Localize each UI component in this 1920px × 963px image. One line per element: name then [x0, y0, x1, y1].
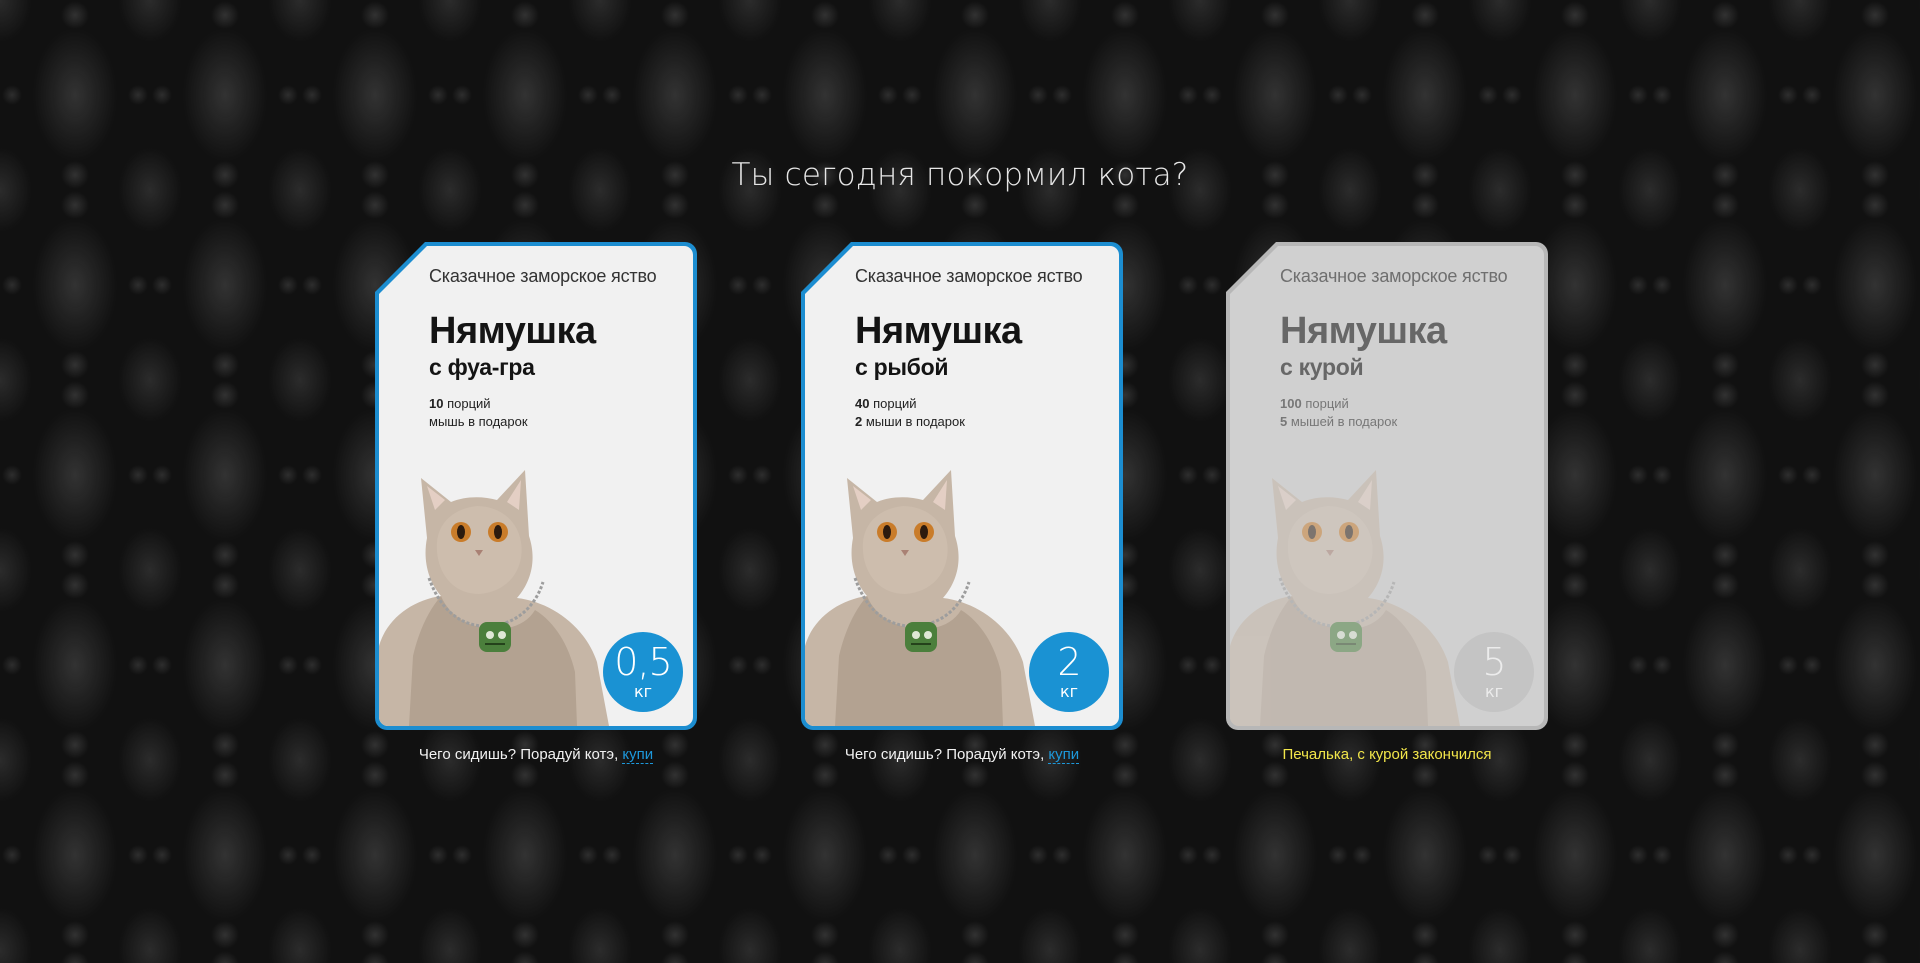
weight-value: 5 [1482, 640, 1506, 684]
portions-line: 40 порций [855, 395, 1105, 413]
card-frame: Сказачное заморское яство Нямушка с рыбо… [801, 242, 1123, 730]
card-frame: Сказачное заморское яство Нямушка с куро… [1226, 242, 1548, 730]
product-caption: Печалька, с курой закончился [1226, 746, 1548, 763]
caption-text: Печалька, с курой закончился [1282, 746, 1492, 763]
product-tagline: Сказачное заморское яство [855, 266, 1083, 286]
portions-label: порций [873, 396, 917, 411]
weight-badge: 0,5 кг [603, 632, 683, 712]
product-chicken: Сказачное заморское яство Нямушка с куро… [1226, 242, 1548, 763]
weight-badge: 2 кг [1029, 632, 1109, 712]
page-title: Ты сегодня покормил кота? [731, 157, 1189, 193]
product-fish: Сказачное заморское яство Нямушка с рыбо… [801, 242, 1123, 764]
product-tagline: Сказачное заморское яство [429, 266, 657, 286]
product-details: 10 порций мышь в подарок [429, 395, 679, 431]
cat-icon [805, 470, 1035, 726]
portions-line: 10 порций [429, 395, 679, 413]
gift-count: 2 [855, 414, 863, 429]
gift-count: 5 [1280, 414, 1288, 429]
caption-text: Чего сидишь? Порадуй котэ, [844, 746, 1045, 763]
product-card[interactable]: Сказачное заморское яство Нямушка с фуа-… [375, 242, 697, 730]
gift-line: мышь в подарок [429, 413, 679, 431]
gift-line: 2 мыши в подарок [855, 413, 1105, 431]
product-brand: Нямушка [429, 310, 596, 352]
gift-label: мышь в подарок [429, 414, 528, 429]
card-frame: Сказачное заморское яство Нямушка с фуа-… [375, 242, 697, 730]
product-foie-gras: Сказачное заморское яство Нямушка с фуа-… [375, 242, 697, 764]
weight-unit: кг [1059, 682, 1079, 701]
product-card: Сказачное заморское яство Нямушка с куро… [1226, 242, 1548, 730]
product-brand: Нямушка [855, 310, 1022, 352]
gift-line: 5 мышей в подарок [1280, 413, 1530, 431]
product-card[interactable]: Сказачное заморское яство Нямушка с рыбо… [801, 242, 1123, 730]
cat-icon [379, 470, 609, 726]
caption-text: Чего сидишь? Порадуй котэ, [418, 746, 619, 763]
buy-link[interactable]: купи [1048, 746, 1080, 764]
weight-badge: 5 кг [1454, 632, 1534, 712]
weight-unit: кг [633, 682, 653, 701]
weight-value: 2 [1057, 640, 1081, 684]
portions-label: порций [1305, 396, 1349, 411]
buy-link[interactable]: купи [622, 746, 654, 764]
gift-label: мыши в подарок [865, 414, 965, 429]
product-flavor: с рыбой [855, 354, 949, 380]
product-details: 40 порций 2 мыши в подарок [855, 395, 1105, 431]
gift-label: мышей в подарок [1290, 414, 1398, 429]
product-flavor: с фуа-гра [429, 354, 535, 380]
product-details: 100 порций 5 мышей в подарок [1280, 395, 1530, 431]
portions-line: 100 порций [1280, 395, 1530, 413]
portions-count: 10 [429, 396, 444, 411]
portions-count: 100 [1280, 396, 1302, 411]
product-caption: Чего сидишь? Порадуй котэ, купи [801, 746, 1123, 764]
weight-unit: кг [1484, 682, 1504, 701]
weight-value: 0,5 [614, 640, 672, 684]
product-tagline: Сказачное заморское яство [1280, 266, 1508, 286]
portions-label: порций [447, 396, 491, 411]
cat-icon [1230, 470, 1460, 726]
portions-count: 40 [855, 396, 870, 411]
product-flavor: с курой [1280, 354, 1364, 380]
product-caption: Чего сидишь? Порадуй котэ, купи [375, 746, 697, 764]
product-brand: Нямушка [1280, 310, 1447, 352]
